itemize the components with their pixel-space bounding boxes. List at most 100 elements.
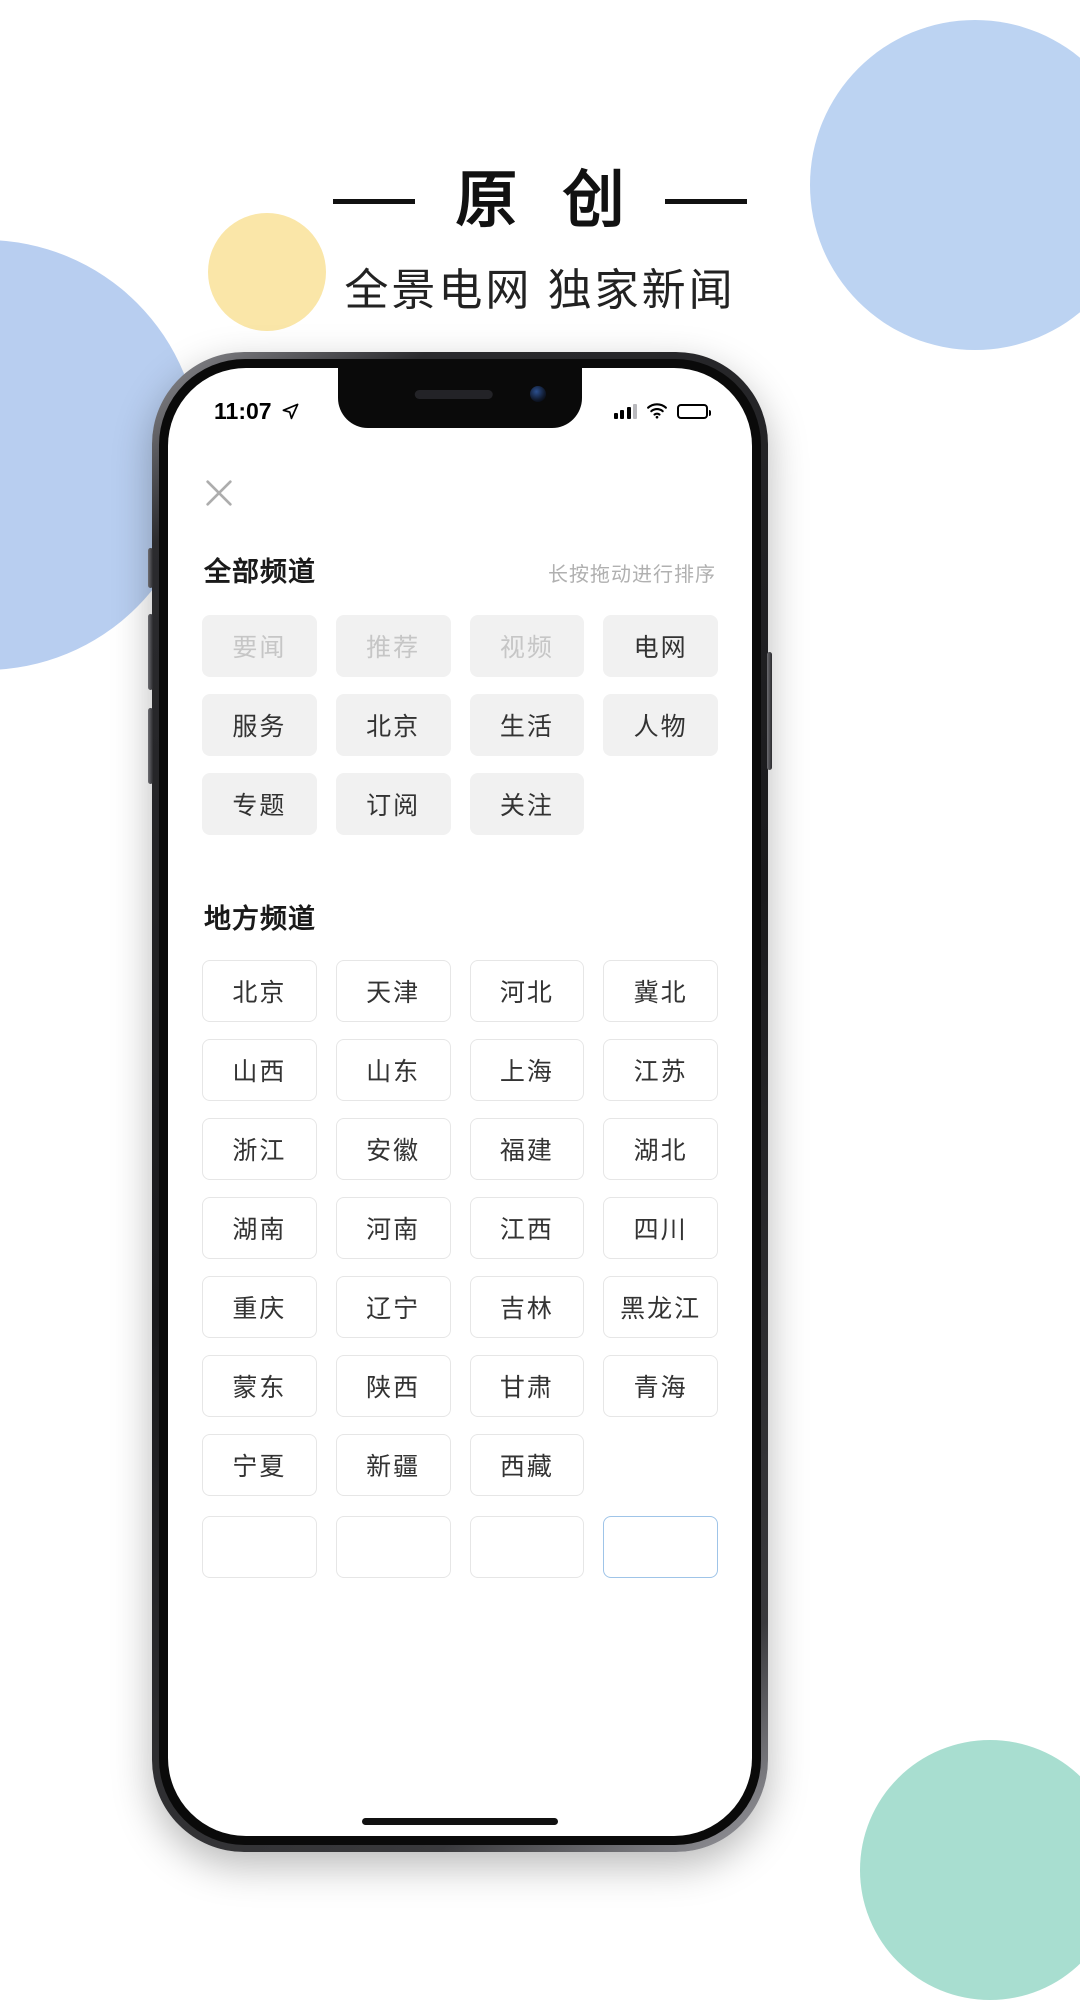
chip-label: 关注 bbox=[499, 792, 554, 820]
channel-chip[interactable]: 生活 bbox=[469, 694, 585, 756]
chip-label: 生活 bbox=[499, 713, 554, 741]
chip-label: 天津 bbox=[366, 979, 421, 1007]
channel-chip[interactable]: 专题 bbox=[202, 773, 317, 835]
local-channel-chip[interactable]: 天津 bbox=[335, 960, 451, 1022]
channel-chip[interactable]: 视频 bbox=[469, 615, 585, 677]
channel-chip[interactable]: 订阅 bbox=[335, 773, 451, 835]
chip-label: 甘肃 bbox=[499, 1374, 554, 1402]
volume-down-button[interactable] bbox=[148, 708, 153, 784]
chip-label: 上海 bbox=[499, 1058, 554, 1086]
chip-label: 推荐 bbox=[366, 634, 421, 662]
status-right bbox=[613, 403, 711, 419]
chip-label: 新疆 bbox=[366, 1453, 421, 1481]
chip-label: 北京 bbox=[366, 713, 421, 741]
volume-up-button[interactable] bbox=[148, 614, 153, 690]
local-channel-chip[interactable]: 四川 bbox=[603, 1197, 718, 1259]
local-channel-chip[interactable]: 湖北 bbox=[603, 1118, 718, 1180]
partial-chip[interactable] bbox=[603, 1516, 718, 1578]
power-button[interactable] bbox=[767, 652, 772, 770]
chip-label: 江苏 bbox=[633, 1058, 688, 1086]
chip-label: 福建 bbox=[499, 1137, 554, 1165]
local-channel-chip[interactable]: 青海 bbox=[603, 1355, 718, 1417]
local-channels-header: 地方频道 bbox=[198, 897, 722, 936]
local-channel-chip[interactable]: 重庆 bbox=[202, 1276, 317, 1338]
local-channel-chip[interactable]: 湖南 bbox=[202, 1197, 317, 1259]
chip-label: 辽宁 bbox=[366, 1295, 421, 1323]
local-channels-title: 地方频道 bbox=[204, 904, 316, 934]
chip-label: 宁夏 bbox=[232, 1453, 287, 1481]
local-channel-chip[interactable]: 西藏 bbox=[469, 1434, 585, 1496]
local-channel-chip[interactable]: 黑龙江 bbox=[603, 1276, 718, 1338]
drag-sort-hint: 长按拖动进行排序 bbox=[548, 564, 716, 586]
chip-label: 视频 bbox=[499, 634, 554, 662]
status-time: 11:07 bbox=[214, 397, 272, 424]
chip-label: 电网 bbox=[633, 634, 688, 662]
chip-label: 河北 bbox=[499, 979, 554, 1007]
battery-low-icon bbox=[677, 403, 711, 419]
all-channels-grid: 要闻 推荐 视频 电网服务 北京 生活 人物专题 订阅 关注 bbox=[198, 615, 722, 835]
chip-label: 山西 bbox=[232, 1058, 287, 1086]
mute-switch[interactable] bbox=[148, 548, 153, 588]
local-channel-chip[interactable]: 上海 bbox=[469, 1039, 585, 1101]
close-icon[interactable] bbox=[202, 476, 236, 510]
rule-left-icon bbox=[333, 198, 416, 204]
phone-mockup: 11:07 全部频道 长按拖动进行排序 要闻 推荐 视频 电网 服务 北京 生活… bbox=[148, 352, 772, 1852]
channel-chip[interactable]: 服务 bbox=[202, 694, 317, 756]
poster-header: 原 创 全景电网 独家新闻 bbox=[0, 170, 1080, 318]
local-channel-chip[interactable]: 安徽 bbox=[335, 1118, 451, 1180]
partial-chip[interactable] bbox=[335, 1516, 451, 1578]
channel-chip[interactable]: 推荐 bbox=[335, 615, 451, 677]
chip-label: 蒙东 bbox=[232, 1374, 287, 1402]
earpiece-speaker-icon bbox=[414, 390, 493, 399]
wifi-icon bbox=[647, 403, 667, 419]
chip-label: 浙江 bbox=[232, 1137, 287, 1165]
local-channel-chip[interactable]: 宁夏 bbox=[202, 1434, 317, 1496]
local-channel-chip[interactable]: 福建 bbox=[469, 1118, 585, 1180]
local-channel-chip[interactable]: 辽宁 bbox=[335, 1276, 451, 1338]
channel-chip[interactable]: 北京 bbox=[335, 694, 451, 756]
chip-label: 青海 bbox=[633, 1374, 688, 1402]
local-channel-chip[interactable]: 河北 bbox=[469, 960, 585, 1022]
local-channel-chip[interactable]: 新疆 bbox=[335, 1434, 451, 1496]
chip-label: 要闻 bbox=[232, 634, 287, 662]
notch bbox=[338, 368, 582, 428]
poster-title-row: 原 创 bbox=[0, 170, 1080, 232]
local-channels-grid: 北京 天津 河北 冀北山西 山东 上海 江苏浙江 安徽 福建 湖北湖南 河南 江西 四川重庆 辽宁 吉林 黑龙… bbox=[198, 960, 722, 1496]
chip-label: 订阅 bbox=[366, 792, 421, 820]
local-channel-chip[interactable]: 蒙东 bbox=[202, 1355, 317, 1417]
chip-label: 河南 bbox=[366, 1216, 421, 1244]
chip-label: 湖南 bbox=[232, 1216, 287, 1244]
channel-chip[interactable]: 人物 bbox=[603, 694, 718, 756]
partial-chip[interactable] bbox=[202, 1516, 317, 1578]
chip-label: 西藏 bbox=[499, 1453, 554, 1481]
local-channel-chip[interactable]: 冀北 bbox=[603, 960, 718, 1022]
status-left: 11:07 bbox=[214, 398, 300, 425]
close-row bbox=[198, 440, 722, 510]
partial-bottom-row bbox=[198, 1516, 722, 1578]
phone-bezel: 11:07 全部频道 长按拖动进行排序 要闻 推荐 视频 电网 服务 北京 生活… bbox=[159, 359, 761, 1845]
local-channel-chip[interactable]: 甘肃 bbox=[469, 1355, 585, 1417]
local-channel-chip[interactable]: 浙江 bbox=[202, 1118, 317, 1180]
local-channel-chip[interactable]: 北京 bbox=[202, 960, 317, 1022]
chip-label: 冀北 bbox=[633, 979, 688, 1007]
chip-label: 安徽 bbox=[366, 1137, 421, 1165]
chip-label: 江西 bbox=[499, 1216, 554, 1244]
local-channel-chip[interactable]: 山东 bbox=[335, 1039, 451, 1101]
partial-chip[interactable] bbox=[469, 1516, 585, 1578]
decor-blob-bottom-right bbox=[860, 1740, 1080, 2000]
local-channel-chip[interactable]: 江西 bbox=[469, 1197, 585, 1259]
local-channel-chip[interactable]: 江苏 bbox=[603, 1039, 718, 1101]
local-channel-chip[interactable]: 陕西 bbox=[335, 1355, 451, 1417]
chip-label: 陕西 bbox=[366, 1374, 421, 1402]
local-channel-chip[interactable]: 河南 bbox=[335, 1197, 451, 1259]
chip-label: 湖北 bbox=[633, 1137, 688, 1165]
channel-chip[interactable]: 电网 bbox=[603, 615, 718, 677]
channel-chip[interactable]: 关注 bbox=[469, 773, 585, 835]
local-channel-chip[interactable]: 吉林 bbox=[469, 1276, 585, 1338]
local-channel-chip[interactable]: 山西 bbox=[202, 1039, 317, 1101]
chip-label: 专题 bbox=[232, 792, 287, 820]
chip-label: 北京 bbox=[232, 979, 287, 1007]
chip-label: 人物 bbox=[633, 713, 688, 741]
home-indicator[interactable] bbox=[362, 1818, 558, 1825]
channel-chip[interactable]: 要闻 bbox=[202, 615, 317, 677]
